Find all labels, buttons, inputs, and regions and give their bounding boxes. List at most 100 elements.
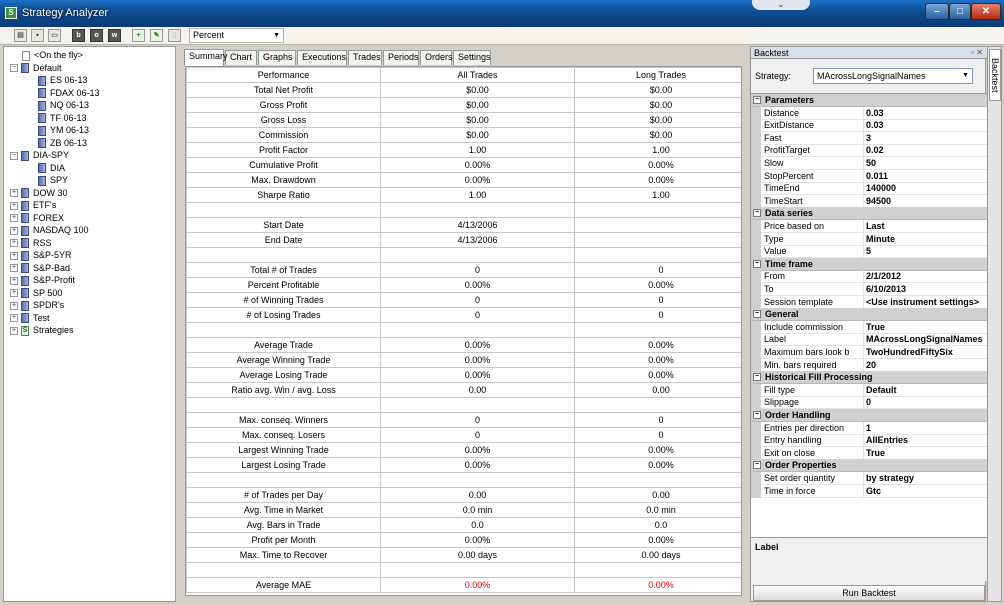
- table-row[interactable]: [186, 562, 741, 578]
- property-value[interactable]: 140000: [863, 182, 985, 195]
- tree-node[interactable]: ZB 06-13: [38, 137, 87, 149]
- property-row[interactable]: Entries per direction 1: [751, 421, 987, 435]
- property-row[interactable]: Min. bars required 20: [751, 358, 987, 372]
- collapse-icon[interactable]: −: [10, 64, 18, 73]
- collapse-icon[interactable]: −: [753, 259, 761, 268]
- summary-grid[interactable]: Performance All Trades Long Trades Total Ne…: [185, 66, 742, 596]
- table-row[interactable]: Largest Winning Trade 0.00% 0.00%: [186, 442, 741, 458]
- property-value[interactable]: by strategy: [863, 472, 985, 484]
- table-row[interactable]: Average MAE 0.00% 0.00%: [186, 577, 741, 593]
- table-row[interactable]: # of Winning Trades 0 0: [186, 292, 741, 308]
- property-value[interactable]: True: [863, 320, 985, 333]
- property-category[interactable]: − Data series: [751, 207, 987, 221]
- comment-icon[interactable]: ▭: [48, 29, 61, 42]
- table-row[interactable]: Ratio avg. Win / avg. Loss 0.00 0.00: [186, 382, 741, 398]
- tree-node[interactable]: + FOREX: [10, 212, 64, 224]
- close-button[interactable]: ✕: [971, 3, 1001, 20]
- table-row[interactable]: Max. conseq. Winners 0 0: [186, 412, 741, 428]
- table-row[interactable]: Total Net Profit $0.00 $0.00: [186, 82, 741, 98]
- column-header[interactable]: Performance: [186, 67, 381, 83]
- property-row[interactable]: Type Minute: [751, 232, 987, 246]
- expand-icon[interactable]: +: [10, 214, 18, 223]
- collapse-icon[interactable]: −: [753, 96, 761, 104]
- expand-icon[interactable]: +: [10, 226, 18, 235]
- expand-icon[interactable]: +: [10, 301, 18, 310]
- property-value[interactable]: 0.02: [863, 144, 985, 157]
- property-row[interactable]: Distance 0.03: [751, 106, 987, 120]
- column-header[interactable]: All Trades: [380, 67, 575, 83]
- column-header[interactable]: Long Trades: [574, 67, 741, 83]
- expand-icon[interactable]: +: [10, 276, 18, 285]
- table-row[interactable]: [186, 247, 741, 263]
- tree-node[interactable]: + S&P-Profit: [10, 274, 75, 286]
- property-value[interactable]: Gtc: [863, 484, 985, 497]
- property-row[interactable]: Slippage 0: [751, 396, 987, 410]
- property-value[interactable]: Last: [863, 220, 985, 232]
- property-row[interactable]: Fill type Default: [751, 383, 987, 397]
- property-row[interactable]: ExitDistance 0.03: [751, 119, 987, 133]
- property-value[interactable]: 6/10/2013: [863, 283, 985, 295]
- table-row[interactable]: Commission $0.00 $0.00: [186, 127, 741, 143]
- property-category[interactable]: − General: [751, 308, 987, 322]
- property-value[interactable]: Minute: [863, 232, 985, 245]
- table-row[interactable]: Sharpe Ratio 1.00 1.00: [186, 187, 741, 203]
- tree-node[interactable]: + ETF's: [10, 199, 56, 211]
- tree-node[interactable]: NQ 06-13: [38, 99, 89, 111]
- pin-close-icon[interactable]: ▫ ✕: [971, 47, 983, 59]
- property-row[interactable]: From 2/1/2012: [751, 270, 987, 284]
- property-category[interactable]: − Order Properties: [751, 459, 987, 473]
- table-row[interactable]: End Date 4/13/2006: [186, 232, 741, 248]
- property-value[interactable]: 1: [863, 421, 985, 434]
- save-icon[interactable]: ▪: [31, 29, 44, 42]
- tree-node[interactable]: YM 06-13: [38, 124, 89, 136]
- expand-icon[interactable]: +: [10, 189, 18, 198]
- collapse-icon[interactable]: −: [753, 411, 761, 419]
- table-row[interactable]: Profit Factor 1.00 1.00: [186, 142, 741, 158]
- property-category[interactable]: − Historical Fill Processing: [751, 371, 987, 385]
- tree-node[interactable]: + NASDAQ 100: [10, 224, 89, 236]
- open-folder-icon[interactable]: ▤: [14, 29, 27, 42]
- expand-icon[interactable]: +: [10, 201, 18, 210]
- tab-trades[interactable]: Trades: [348, 50, 382, 65]
- table-row[interactable]: [186, 202, 741, 218]
- property-row[interactable]: Slow 50: [751, 157, 987, 170]
- display-unit-select[interactable]: Percent ▼: [189, 28, 284, 43]
- property-category[interactable]: − Order Handling: [751, 409, 987, 422]
- collapse-icon[interactable]: −: [753, 461, 761, 470]
- property-value[interactable]: Default: [863, 383, 985, 396]
- tree-node[interactable]: + SP 500: [10, 287, 62, 299]
- collapse-icon[interactable]: −: [10, 151, 18, 160]
- property-row[interactable]: Label MAcrossLongSignalNames: [751, 333, 987, 347]
- table-row[interactable]: Percent Profitable 0.00% 0.00%: [186, 277, 741, 293]
- property-value[interactable]: 0.03: [863, 106, 985, 119]
- property-row[interactable]: Set order quantity by strategy: [751, 472, 987, 485]
- table-row[interactable]: Start Date 4/13/2006: [186, 217, 741, 233]
- table-row[interactable]: Gross Loss $0.00 $0.00: [186, 112, 741, 128]
- property-value[interactable]: 20: [863, 358, 985, 371]
- property-category[interactable]: − Time frame: [751, 257, 987, 271]
- property-value[interactable]: 0.011: [863, 169, 985, 182]
- tree-node[interactable]: SPY: [38, 174, 68, 186]
- property-value[interactable]: 94500: [863, 194, 985, 207]
- expand-icon[interactable]: +: [10, 314, 18, 323]
- property-value[interactable]: 3: [863, 131, 985, 144]
- add-icon[interactable]: +: [132, 29, 145, 42]
- property-value[interactable]: 5: [863, 245, 985, 258]
- edit-icon[interactable]: ✎: [150, 29, 163, 42]
- table-row[interactable]: Average Losing Trade 0.00% 0.00%: [186, 367, 741, 383]
- minimize-button[interactable]: –: [925, 3, 949, 20]
- table-row[interactable]: Profit per Month 0.00% 0.00%: [186, 532, 741, 548]
- o-button[interactable]: o: [90, 29, 103, 42]
- tree-node[interactable]: + S&P-5YR: [10, 249, 72, 261]
- property-value[interactable]: <Use instrument settings>: [863, 295, 985, 308]
- tab-summary[interactable]: Summary: [184, 49, 228, 66]
- tab-orders[interactable]: Orders: [420, 50, 453, 65]
- property-row[interactable]: StopPercent 0.011: [751, 169, 987, 183]
- property-row[interactable]: Maximum bars look back TwoHundredFiftySix: [751, 346, 987, 359]
- property-row[interactable]: Include commission True: [751, 320, 987, 334]
- property-value[interactable]: TwoHundredFiftySix: [863, 346, 985, 358]
- table-row[interactable]: # of Trades per Day 0.00 0.00: [186, 487, 741, 503]
- property-value[interactable]: MAcrossLongSignalNames: [863, 333, 985, 346]
- property-row[interactable]: To 6/10/2013: [751, 283, 987, 296]
- table-row[interactable]: Largest Losing Trade 0.00% 0.00%: [186, 457, 741, 473]
